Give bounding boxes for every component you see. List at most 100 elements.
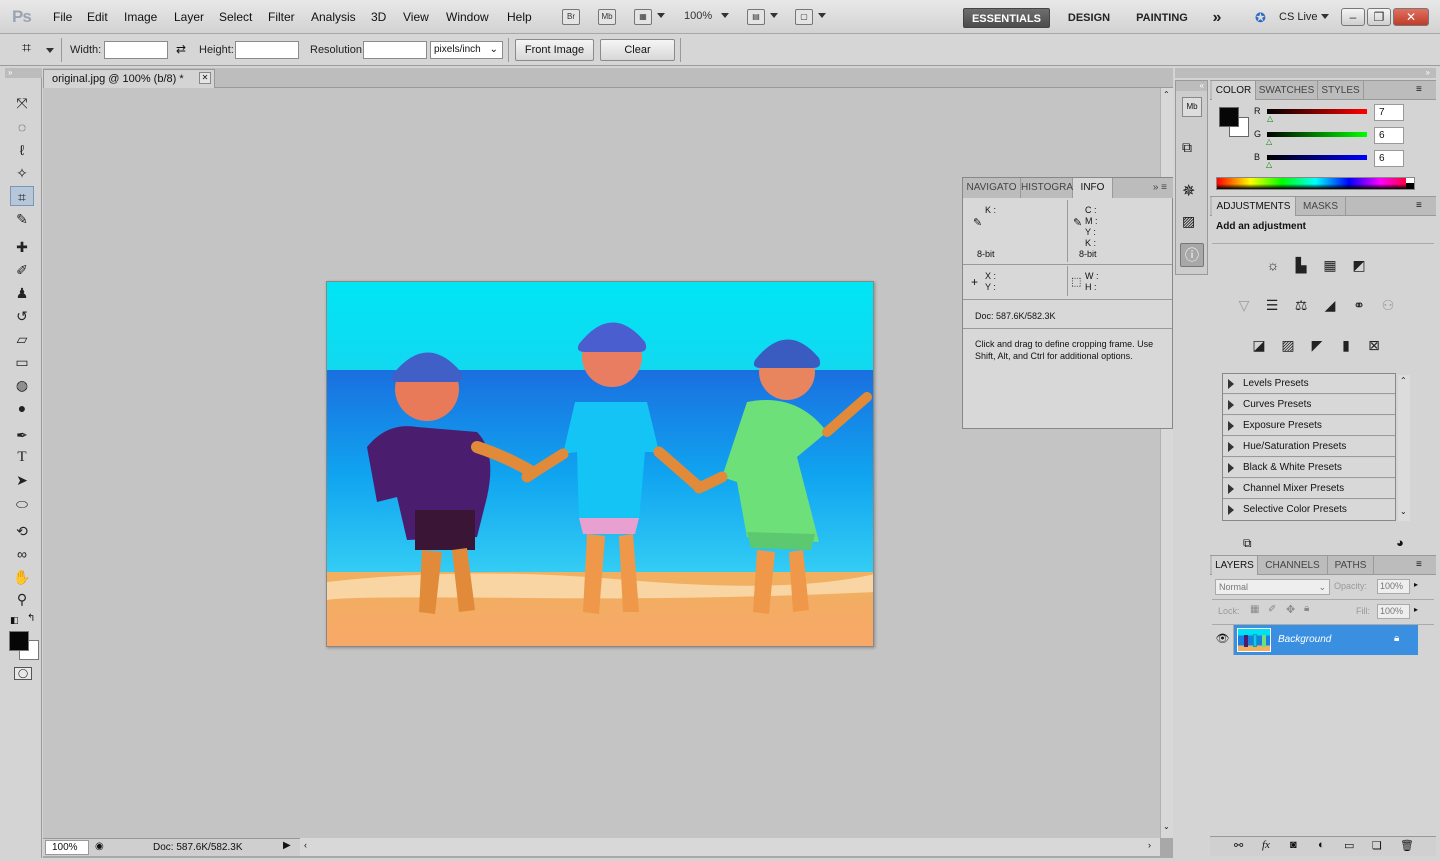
- 3d-orbit-tool-icon[interactable]: ∞: [10, 544, 34, 564]
- tab-histogram[interactable]: HISTOGRA: [1021, 178, 1073, 198]
- chevron-down-icon[interactable]: [1321, 14, 1329, 19]
- scroll-down-icon[interactable]: ⌄: [1163, 822, 1170, 831]
- height-input[interactable]: [235, 41, 299, 59]
- vibrance-icon[interactable]: ▽: [1232, 293, 1256, 317]
- levels-icon[interactable]: ▙: [1289, 253, 1313, 277]
- posterize-icon[interactable]: ▨: [1276, 333, 1300, 357]
- delete-layer-icon[interactable]: 🗑︎: [1400, 839, 1414, 852]
- preset-curves[interactable]: Curves Presets: [1223, 395, 1395, 415]
- menu-filter[interactable]: Filter: [268, 10, 295, 24]
- chevron-down-icon[interactable]: [657, 13, 665, 18]
- menu-window[interactable]: Window: [446, 10, 489, 24]
- photo-filter-icon[interactable]: ⚭: [1347, 293, 1371, 317]
- lasso-tool-icon[interactable]: ℓ: [10, 140, 34, 160]
- hue-saturation-icon[interactable]: ☰: [1260, 293, 1284, 317]
- black-white-icon[interactable]: ◢: [1318, 293, 1342, 317]
- bridge-button[interactable]: Br: [562, 9, 580, 25]
- clip-to-layer-icon[interactable]: ⧉: [1243, 536, 1252, 551]
- scroll-right-icon[interactable]: ›: [1148, 840, 1151, 850]
- document-image[interactable]: [326, 281, 874, 647]
- tab-adjustments[interactable]: ADJUSTMENTS: [1212, 197, 1296, 216]
- workspace-design[interactable]: DESIGN: [1059, 8, 1119, 28]
- green-value-input[interactable]: 6: [1374, 127, 1404, 144]
- scroll-up-icon[interactable]: ⌃: [1163, 90, 1170, 99]
- workspace-painting[interactable]: PAINTING: [1127, 8, 1197, 28]
- menu-analysis[interactable]: Analysis: [311, 10, 356, 24]
- new-layer-icon[interactable]: ❏: [1372, 839, 1382, 852]
- preset-exposure[interactable]: Exposure Presets: [1223, 416, 1395, 436]
- zoom-tool-icon[interactable]: ⚲: [10, 589, 34, 609]
- collapse-icon[interactable]: »: [1175, 68, 1436, 78]
- tab-masks[interactable]: MASKS: [1296, 197, 1346, 216]
- menu-edit[interactable]: Edit: [87, 10, 108, 24]
- blur-tool-icon[interactable]: ◍: [10, 375, 34, 395]
- panel-menu-icon[interactable]: ≡: [1416, 559, 1422, 570]
- crop-tool-icon[interactable]: ⌗: [10, 186, 34, 206]
- tab-info[interactable]: INFO: [1073, 178, 1113, 198]
- width-input[interactable]: [104, 41, 168, 59]
- brush-tool-icon[interactable]: ✐: [10, 260, 34, 280]
- path-selection-tool-icon[interactable]: ➤: [10, 470, 34, 490]
- eraser-tool-icon[interactable]: ▱: [10, 329, 34, 349]
- lock-transparent-icon[interactable]: ▦: [1250, 604, 1259, 615]
- preset-levels[interactable]: Levels Presets: [1223, 374, 1395, 394]
- gradient-tool-icon[interactable]: ▭: [10, 352, 34, 372]
- swap-icon[interactable]: ⇄: [176, 42, 186, 56]
- preset-hue-saturation[interactable]: Hue/Saturation Presets: [1223, 437, 1395, 457]
- new-adjustment-layer-icon[interactable]: ◐: [1318, 839, 1325, 851]
- horizontal-scrollbar[interactable]: ‹ ›: [300, 838, 1160, 856]
- gradient-map-icon[interactable]: ▮: [1334, 333, 1358, 357]
- restore-button[interactable]: ❐: [1367, 8, 1391, 26]
- preset-selective-color[interactable]: Selective Color Presets: [1223, 500, 1395, 520]
- presets-scrollbar[interactable]: ⌃ ⌄: [1398, 375, 1410, 521]
- quick-selection-tool-icon[interactable]: ✧: [10, 163, 34, 183]
- opacity-input[interactable]: 100%: [1377, 579, 1410, 594]
- lock-position-icon[interactable]: ✥: [1286, 603, 1295, 616]
- mini-bridge-panel-icon[interactable]: Mb: [1182, 97, 1202, 117]
- shape-tool-icon[interactable]: ⬭: [10, 494, 34, 514]
- brightness-contrast-icon[interactable]: ☼: [1261, 253, 1285, 277]
- minimize-button[interactable]: –: [1341, 8, 1365, 26]
- 3d-rotate-tool-icon[interactable]: ⟲: [10, 521, 34, 541]
- zoom-level[interactable]: 100%: [684, 10, 712, 22]
- dodge-tool-icon[interactable]: ●: [10, 398, 34, 418]
- lock-all-icon[interactable]: 🔒︎: [1304, 603, 1309, 614]
- threshold-icon[interactable]: ◤: [1305, 333, 1329, 357]
- opacity-arrow-icon[interactable]: ▸: [1414, 580, 1418, 589]
- healing-brush-tool-icon[interactable]: ✚: [10, 237, 34, 257]
- cs-live-menu[interactable]: CS Live: [1279, 11, 1318, 23]
- marquee-tool-icon[interactable]: ◌: [10, 117, 34, 137]
- exposure-icon[interactable]: ◩: [1347, 253, 1371, 277]
- document-tab[interactable]: original.jpg @ 100% (b/8) *: [43, 69, 215, 88]
- scroll-up-icon[interactable]: ⌃: [1400, 376, 1407, 385]
- play-icon[interactable]: ▶: [283, 840, 291, 851]
- color-spectrum-ramp[interactable]: [1216, 177, 1415, 190]
- chevron-down-icon[interactable]: [46, 48, 54, 53]
- expand-icon[interactable]: »: [5, 68, 42, 78]
- histogram-panel-icon[interactable]: ▨: [1182, 213, 1195, 230]
- pen-tool-icon[interactable]: ✒: [10, 425, 34, 445]
- tab-paths[interactable]: PATHS: [1328, 556, 1374, 575]
- panel-menu-icon[interactable]: ≡: [1416, 84, 1422, 95]
- color-balance-icon[interactable]: ⚖: [1289, 293, 1313, 317]
- eyedropper-tool-icon[interactable]: ✎: [10, 209, 34, 229]
- preset-channel-mixer[interactable]: Channel Mixer Presets: [1223, 479, 1395, 499]
- clone-stamp-tool-icon[interactable]: ♟: [10, 283, 34, 303]
- chevron-down-icon[interactable]: [818, 13, 826, 18]
- menu-select[interactable]: Select: [219, 10, 252, 24]
- close-tab-icon[interactable]: ✕: [199, 72, 211, 84]
- navigator-panel-icon[interactable]: ✵: [1182, 181, 1195, 201]
- mini-bridge-button[interactable]: Mb: [598, 9, 616, 25]
- status-zoom-input[interactable]: 100%: [45, 840, 89, 855]
- history-brush-tool-icon[interactable]: ↺: [10, 306, 34, 326]
- lock-image-icon[interactable]: ✐: [1268, 604, 1276, 615]
- fill-input[interactable]: 100%: [1377, 604, 1410, 619]
- tab-channels[interactable]: CHANNELS: [1258, 556, 1328, 575]
- panel-menu-icon[interactable]: ≡: [1416, 200, 1422, 211]
- invert-icon[interactable]: ◪: [1247, 333, 1271, 357]
- unit-select[interactable]: pixels/inch ⌄: [430, 41, 503, 59]
- visibility-toggle-icon[interactable]: ◕: [1396, 535, 1404, 550]
- workspace-essentials[interactable]: ESSENTIALS: [963, 8, 1050, 28]
- layer-visibility-eye-icon[interactable]: 👁︎: [1212, 625, 1234, 655]
- resolution-input[interactable]: [363, 41, 427, 59]
